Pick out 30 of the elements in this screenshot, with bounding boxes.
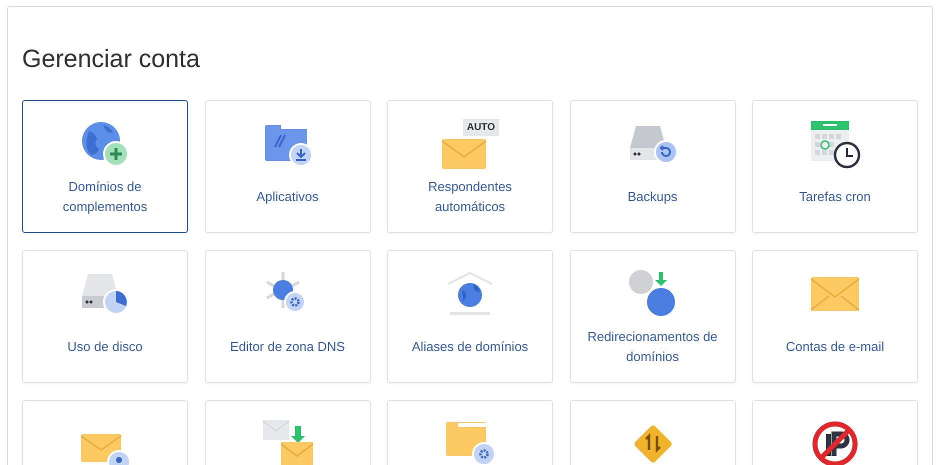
drive-pie-chart-icon	[80, 272, 130, 316]
drive-restore-icon	[628, 124, 678, 164]
tool-card[interactable]: Backups	[570, 100, 736, 233]
card-label: Aplicativos	[255, 188, 320, 206]
card-label: Tarefas cron	[798, 188, 872, 206]
tool-card[interactable]: Tarefas cron	[752, 100, 918, 233]
tool-card[interactable]: Uso de disco	[22, 250, 188, 383]
tool-card[interactable]: Editor de zona DNS	[204, 250, 370, 383]
calendar-clock-icon	[809, 119, 861, 169]
tool-card[interactable]: Contas de e-mail	[752, 250, 918, 383]
globe-plus-icon	[81, 121, 129, 167]
card-label: Contas de e-mail	[784, 338, 886, 356]
card-label: Respondentes automáticos	[427, 178, 513, 216]
card-label: Backups	[626, 188, 678, 206]
folder-gear-icon	[444, 420, 496, 465]
tool-card[interactable]: Domínios de complementos	[22, 100, 188, 233]
prohibited-sign-icon	[811, 420, 859, 465]
card-label: Aliases de domínios	[410, 338, 530, 356]
house-globe-icon	[445, 270, 495, 318]
tool-card[interactable]: AUTO Respondentes automáticos	[387, 100, 553, 233]
card-label: Editor de zona DNS	[229, 338, 346, 356]
page-title: Gerenciar conta	[22, 44, 201, 75]
card-label: Uso de disco	[66, 338, 144, 356]
envelopes-arrow-icon	[260, 418, 314, 465]
card-label: Domínios de complementos	[62, 178, 148, 216]
tool-card[interactable]: Aliases de domínios	[387, 250, 553, 383]
card-label: Redirecionamentos de domínios	[586, 328, 719, 366]
envelope-icon	[810, 276, 860, 312]
tool-card[interactable]: Aplicativos	[204, 100, 370, 233]
tool-card[interactable]: Redirecionamentos de domínios	[570, 250, 736, 383]
